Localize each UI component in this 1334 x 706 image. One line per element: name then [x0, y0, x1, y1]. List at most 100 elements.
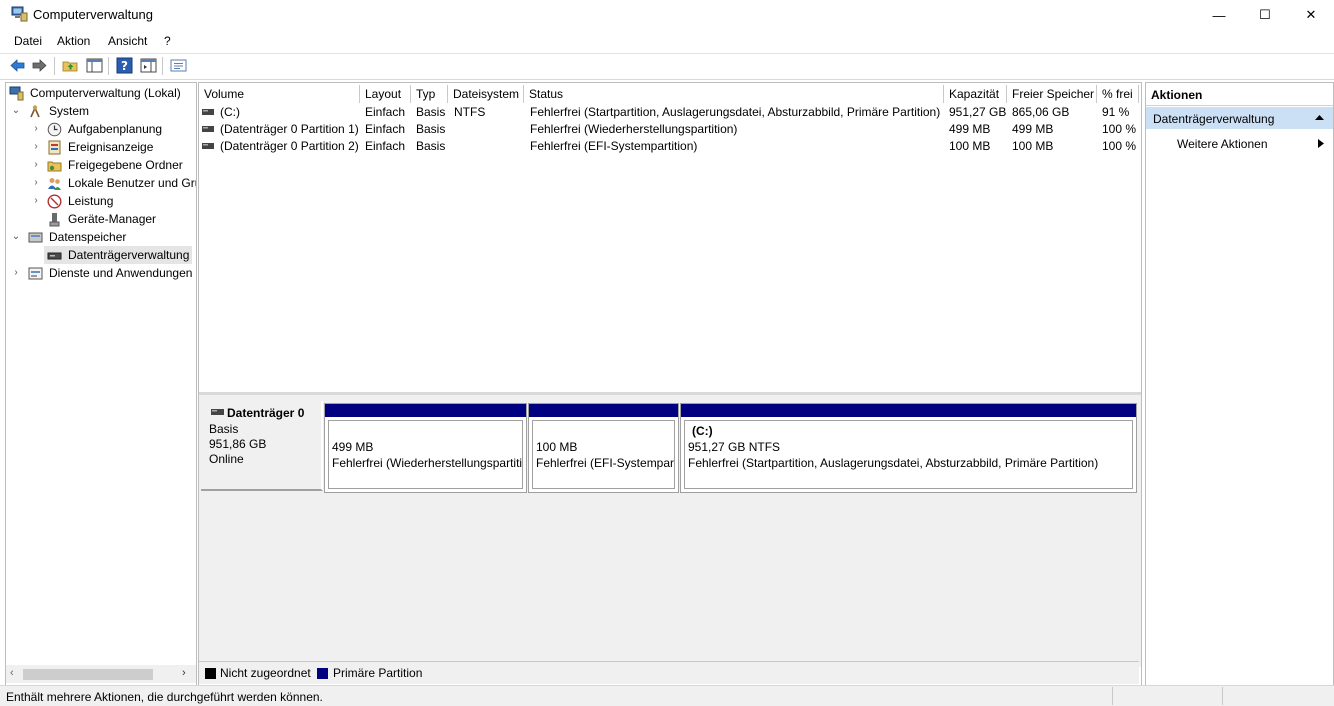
column-header-typ[interactable]: Typ [411, 85, 448, 103]
tree-item-dienste[interactable]: › Dienste und Anwendungen [6, 264, 196, 282]
tree-label: Freigegebene Ordner [68, 158, 183, 172]
back-arrow-icon[interactable] [9, 57, 26, 74]
menu-ansicht[interactable]: Ansicht [108, 34, 147, 48]
toolbar-separator [54, 57, 55, 75]
partition-status: Fehlerfrei (Startpartition, Auslagerungs… [688, 456, 1099, 470]
action-label: Weitere Aktionen [1177, 137, 1268, 151]
column-header-freier-speicher[interactable]: Freier Speicher [1007, 85, 1097, 103]
column-header-status[interactable]: Status [524, 85, 944, 103]
partition-efi[interactable]: 100 MB Fehlerfrei (EFI-Systempartition) [528, 403, 679, 493]
status-separator [1112, 687, 1113, 705]
legend-label-unallocated: Nicht zugeordnet [220, 666, 311, 680]
chevron-right-icon[interactable]: › [30, 156, 42, 174]
computer-management-icon [11, 6, 28, 22]
cell-volume: (Datenträger 0 Partition 2) [220, 139, 359, 153]
disk-state: Online [209, 452, 244, 466]
partition-status: Fehlerfrei (Wiederherstellungspartition) [332, 456, 523, 470]
volume-icon [202, 143, 214, 149]
disk-name: Datenträger 0 [227, 406, 305, 420]
tree-item-geraete-manager[interactable]: Geräte-Manager [6, 210, 196, 228]
menu-datei[interactable]: Datei [14, 34, 42, 48]
partition-c[interactable]: (C:) 951,27 GB NTFS Fehlerfrei (Startpar… [680, 403, 1137, 493]
tree-item-datentraegerverwaltung[interactable]: Datenträgerverwaltung [44, 246, 192, 264]
chevron-right-icon[interactable]: › [30, 174, 42, 192]
tree-item-leistung[interactable]: › Leistung [6, 192, 196, 210]
status-text: Enthält mehrere Aktionen, die durchgefüh… [6, 690, 323, 704]
menu-bar: Datei Aktion Ansicht ? [0, 30, 1334, 52]
computer-management-icon [9, 86, 24, 101]
forward-arrow-icon[interactable] [31, 57, 48, 74]
menu-aktion[interactable]: Aktion [57, 34, 90, 48]
clock-icon [47, 122, 62, 137]
partition-bar [681, 404, 1136, 417]
partition-title: (C:) [692, 424, 713, 438]
storage-icon [28, 232, 43, 243]
partition-bar [325, 404, 526, 417]
help-icon[interactable]: ? [116, 57, 133, 74]
column-header-prozent-frei[interactable]: % frei [1097, 85, 1139, 103]
cell-typ: Basis [416, 105, 446, 119]
column-header-layout[interactable]: Layout [360, 85, 411, 103]
services-icon [28, 267, 43, 280]
show-hide-tree-icon[interactable] [86, 57, 103, 74]
tree-horizontal-scrollbar[interactable]: ‹ › [6, 665, 196, 683]
tree-item-freigegebene-ordner[interactable]: › Freigegebene Ordner [6, 156, 196, 174]
disk-info-box[interactable]: Datenträger 0 Basis 951,86 GB Online [201, 401, 323, 491]
tree-item-aufgabenplanung[interactable]: › Aufgabenplanung [6, 120, 196, 138]
chevron-down-icon[interactable]: ⌄ [10, 102, 22, 120]
disk-type: Basis [209, 422, 239, 436]
partition-content: 499 MB Fehlerfrei (Wiederherstellungspar… [328, 420, 523, 489]
scrollbar-thumb[interactable] [23, 669, 153, 680]
title-bar: Computerverwaltung — ☐ ✕ [0, 0, 1334, 30]
disk-graph-view: Datenträger 0 Basis 951,86 GB Online 499… [199, 392, 1141, 667]
tree-item-root[interactable]: Computerverwaltung (Lokal) [6, 84, 196, 102]
chevron-right-icon[interactable]: › [10, 264, 22, 282]
table-row[interactable]: (Datenträger 0 Partition 1) Einfach Basi… [199, 121, 1139, 138]
menu-help[interactable]: ? [164, 34, 171, 48]
cell-freier-speicher: 865,06 GB [1012, 105, 1070, 119]
minimize-button[interactable]: — [1196, 0, 1242, 30]
cell-prozent-frei: 91 % [1102, 105, 1130, 119]
cell-typ: Basis [416, 122, 446, 136]
actions-section-datentraegerverwaltung[interactable]: Datenträgerverwaltung [1146, 107, 1333, 129]
properties-icon[interactable] [170, 57, 187, 74]
system-tools-icon [30, 105, 40, 118]
column-header-volume[interactable]: Volume [199, 85, 360, 103]
tree-label: Geräte-Manager [68, 212, 157, 226]
scroll-right-icon[interactable]: › [182, 667, 186, 679]
partition-recovery[interactable]: 499 MB Fehlerfrei (Wiederherstellungspar… [324, 403, 527, 493]
device-manager-icon [49, 213, 60, 227]
event-viewer-icon [48, 140, 61, 155]
table-row[interactable]: (C:) Einfach Basis NTFS Fehlerfrei (Star… [199, 104, 1139, 121]
tree-item-lokale-benutzer[interactable]: › Lokale Benutzer und Gruppen [6, 174, 196, 192]
cell-status: Fehlerfrei (EFI-Systempartition) [530, 139, 698, 153]
submenu-arrow-icon [1318, 139, 1324, 148]
cell-dateisystem: NTFS [454, 105, 486, 119]
cell-status: Fehlerfrei (Startpartition, Auslagerungs… [530, 105, 941, 119]
partition-title [536, 423, 674, 439]
tree-item-datenspeicher[interactable]: ⌄ Datenspeicher [6, 228, 196, 246]
column-header-dateisystem[interactable]: Dateisystem [448, 85, 524, 103]
collapse-up-icon[interactable] [1315, 114, 1324, 121]
folder-up-icon[interactable] [62, 57, 79, 74]
action-weitere-aktionen[interactable]: Weitere Aktionen [1146, 133, 1333, 153]
actions-section-label: Datenträgerverwaltung [1153, 112, 1275, 126]
maximize-button[interactable]: ☐ [1242, 0, 1288, 30]
legend-swatch-unallocated [205, 668, 216, 679]
tree-label: Datenträgerverwaltung [68, 248, 190, 262]
cell-kapazitaet: 499 MB [949, 122, 991, 136]
close-button[interactable]: ✕ [1288, 0, 1334, 30]
tree-item-ereignisanzeige[interactable]: › Ereignisanzeige [6, 138, 196, 156]
cell-kapazitaet: 100 MB [949, 139, 991, 153]
chevron-right-icon[interactable]: › [30, 120, 42, 138]
tree-item-system[interactable]: ⌄ System [6, 102, 196, 120]
action-pane-icon[interactable] [140, 57, 157, 74]
table-row[interactable]: (Datenträger 0 Partition 2) Einfach Basi… [199, 138, 1139, 155]
cell-prozent-frei: 100 % [1102, 122, 1137, 136]
chevron-right-icon[interactable]: › [30, 138, 42, 156]
chevron-down-icon[interactable]: ⌄ [10, 228, 22, 246]
scroll-left-icon[interactable]: ‹ [10, 667, 14, 679]
svg-text:?: ? [121, 59, 128, 73]
chevron-right-icon[interactable]: › [30, 192, 42, 210]
column-header-kapazitaet[interactable]: Kapazität [944, 85, 1007, 103]
